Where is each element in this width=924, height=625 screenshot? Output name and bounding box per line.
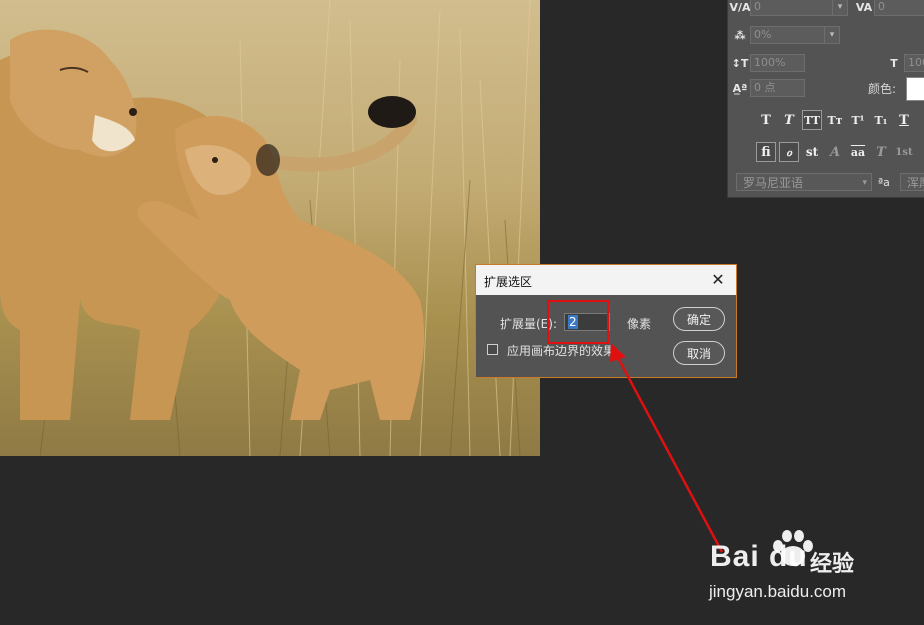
watermark-brand: Bai du (710, 540, 808, 573)
watermark-url: jingyan.baidu.com (709, 582, 847, 601)
watermark-product: 经验 (810, 552, 855, 577)
